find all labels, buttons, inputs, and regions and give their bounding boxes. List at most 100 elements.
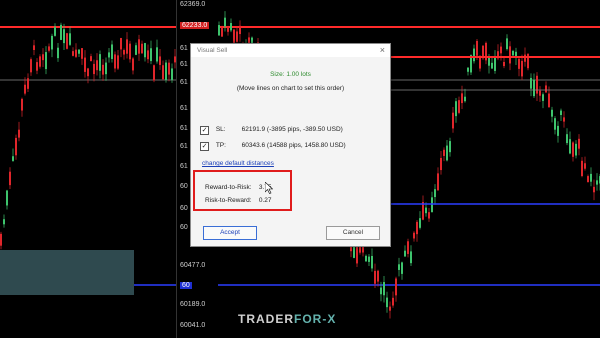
accept-button[interactable]: Accept (203, 226, 257, 240)
watermark-logo: TRADERFOR-X (238, 312, 336, 326)
candle-body (509, 46, 511, 64)
candle-body (530, 77, 532, 89)
visual-sell-dialog: Visual Sell × Size: 1.00 lots (Move line… (190, 43, 391, 247)
candle-body (99, 54, 101, 71)
candle-body (464, 96, 466, 102)
candle-body (569, 139, 571, 154)
candle-body (30, 59, 32, 73)
chart-pane-left[interactable] (0, 0, 176, 338)
ratio-highlight-box (193, 170, 292, 211)
candle-body (18, 129, 20, 138)
price-tick: 60041.0 (180, 322, 206, 329)
candle-body (39, 56, 41, 67)
price-tick: 61 (180, 45, 188, 52)
hint-text: (Move lines on chart to set this order) (236, 85, 345, 92)
mouse-cursor-icon (265, 182, 273, 194)
candle-body (78, 49, 80, 54)
dialog-titlebar[interactable]: Visual Sell × (191, 44, 390, 57)
candle-body (551, 109, 553, 117)
price-tick-tp: 60 (180, 282, 192, 289)
candle-body (57, 47, 59, 59)
candle-body (111, 44, 113, 59)
candle-body (27, 78, 29, 89)
candle-body (162, 65, 164, 80)
candle-body (479, 56, 481, 69)
candle-body (392, 297, 394, 306)
candle-body (66, 33, 68, 49)
candle-body (596, 180, 598, 185)
candles-left (0, 22, 176, 295)
candle-body (527, 53, 529, 69)
candle-body (60, 24, 62, 40)
candle-body (42, 54, 44, 61)
candle-body (380, 287, 382, 295)
candle-body (221, 27, 223, 37)
candle-body (386, 297, 388, 308)
candle-body (168, 62, 170, 75)
tp-checkbox[interactable]: ✓ (200, 142, 209, 151)
candle-body (138, 39, 140, 54)
candle-body (488, 57, 490, 66)
candle-body (63, 29, 65, 44)
candle-body (521, 60, 523, 77)
candle-body (239, 25, 241, 35)
candle-body (383, 282, 385, 296)
candle-body (590, 173, 592, 182)
price-tick: 61 (180, 143, 188, 150)
candle-body (24, 84, 26, 94)
candle-body (129, 43, 131, 60)
candle-body (153, 65, 155, 81)
candle-body (572, 142, 574, 157)
candle-body (440, 157, 442, 171)
price-tick: 60 (180, 205, 188, 212)
candle-body (542, 94, 544, 101)
candle-body (395, 278, 397, 296)
candle-body (102, 64, 104, 75)
candle-body (54, 26, 56, 36)
candle-body (545, 85, 547, 93)
candle-body (33, 45, 35, 50)
tp-value: 60343.6 (14588 pips, 1458.80 USD) (241, 142, 346, 149)
candle-body (159, 56, 161, 65)
candle-body (416, 221, 418, 235)
candle-body (575, 143, 577, 156)
candle-body (446, 145, 448, 161)
cancel-button[interactable]: Cancel (326, 226, 380, 240)
close-icon[interactable]: × (380, 45, 385, 55)
candle-body (120, 38, 122, 50)
candle-body (368, 256, 370, 262)
candle-body (21, 98, 23, 111)
candle-body (147, 50, 149, 60)
price-tick: 60189.0 (180, 301, 206, 308)
candle-body (389, 306, 391, 311)
candle-body (461, 93, 463, 104)
candle-body (563, 117, 565, 122)
candle-body (500, 46, 502, 54)
candle-body (132, 58, 134, 71)
candle-body (362, 246, 364, 253)
sl-checkbox[interactable]: ✓ (200, 126, 209, 135)
candle-body (404, 250, 406, 257)
sl-label: SL: (215, 126, 226, 133)
candle-body (144, 43, 146, 58)
candle-body (560, 110, 562, 115)
candle-body (224, 17, 226, 27)
candle-body (12, 156, 14, 161)
price-tick: 61 (180, 61, 188, 68)
candle-body (75, 49, 77, 57)
candle-body (108, 52, 110, 58)
candle-body (218, 25, 220, 36)
candle-body (374, 270, 376, 284)
price-tick: 60 (180, 183, 188, 190)
candle-body (419, 218, 421, 228)
candle-body (87, 68, 89, 77)
candle-body (371, 255, 373, 269)
candle-body (425, 207, 427, 214)
candle-body (506, 38, 508, 50)
candle-body (452, 112, 454, 129)
candle-body (90, 56, 92, 62)
candle-body (518, 58, 520, 69)
change-default-distances-link[interactable]: change default distances (202, 160, 274, 167)
candle-body (156, 47, 158, 62)
candle-body (51, 35, 53, 50)
